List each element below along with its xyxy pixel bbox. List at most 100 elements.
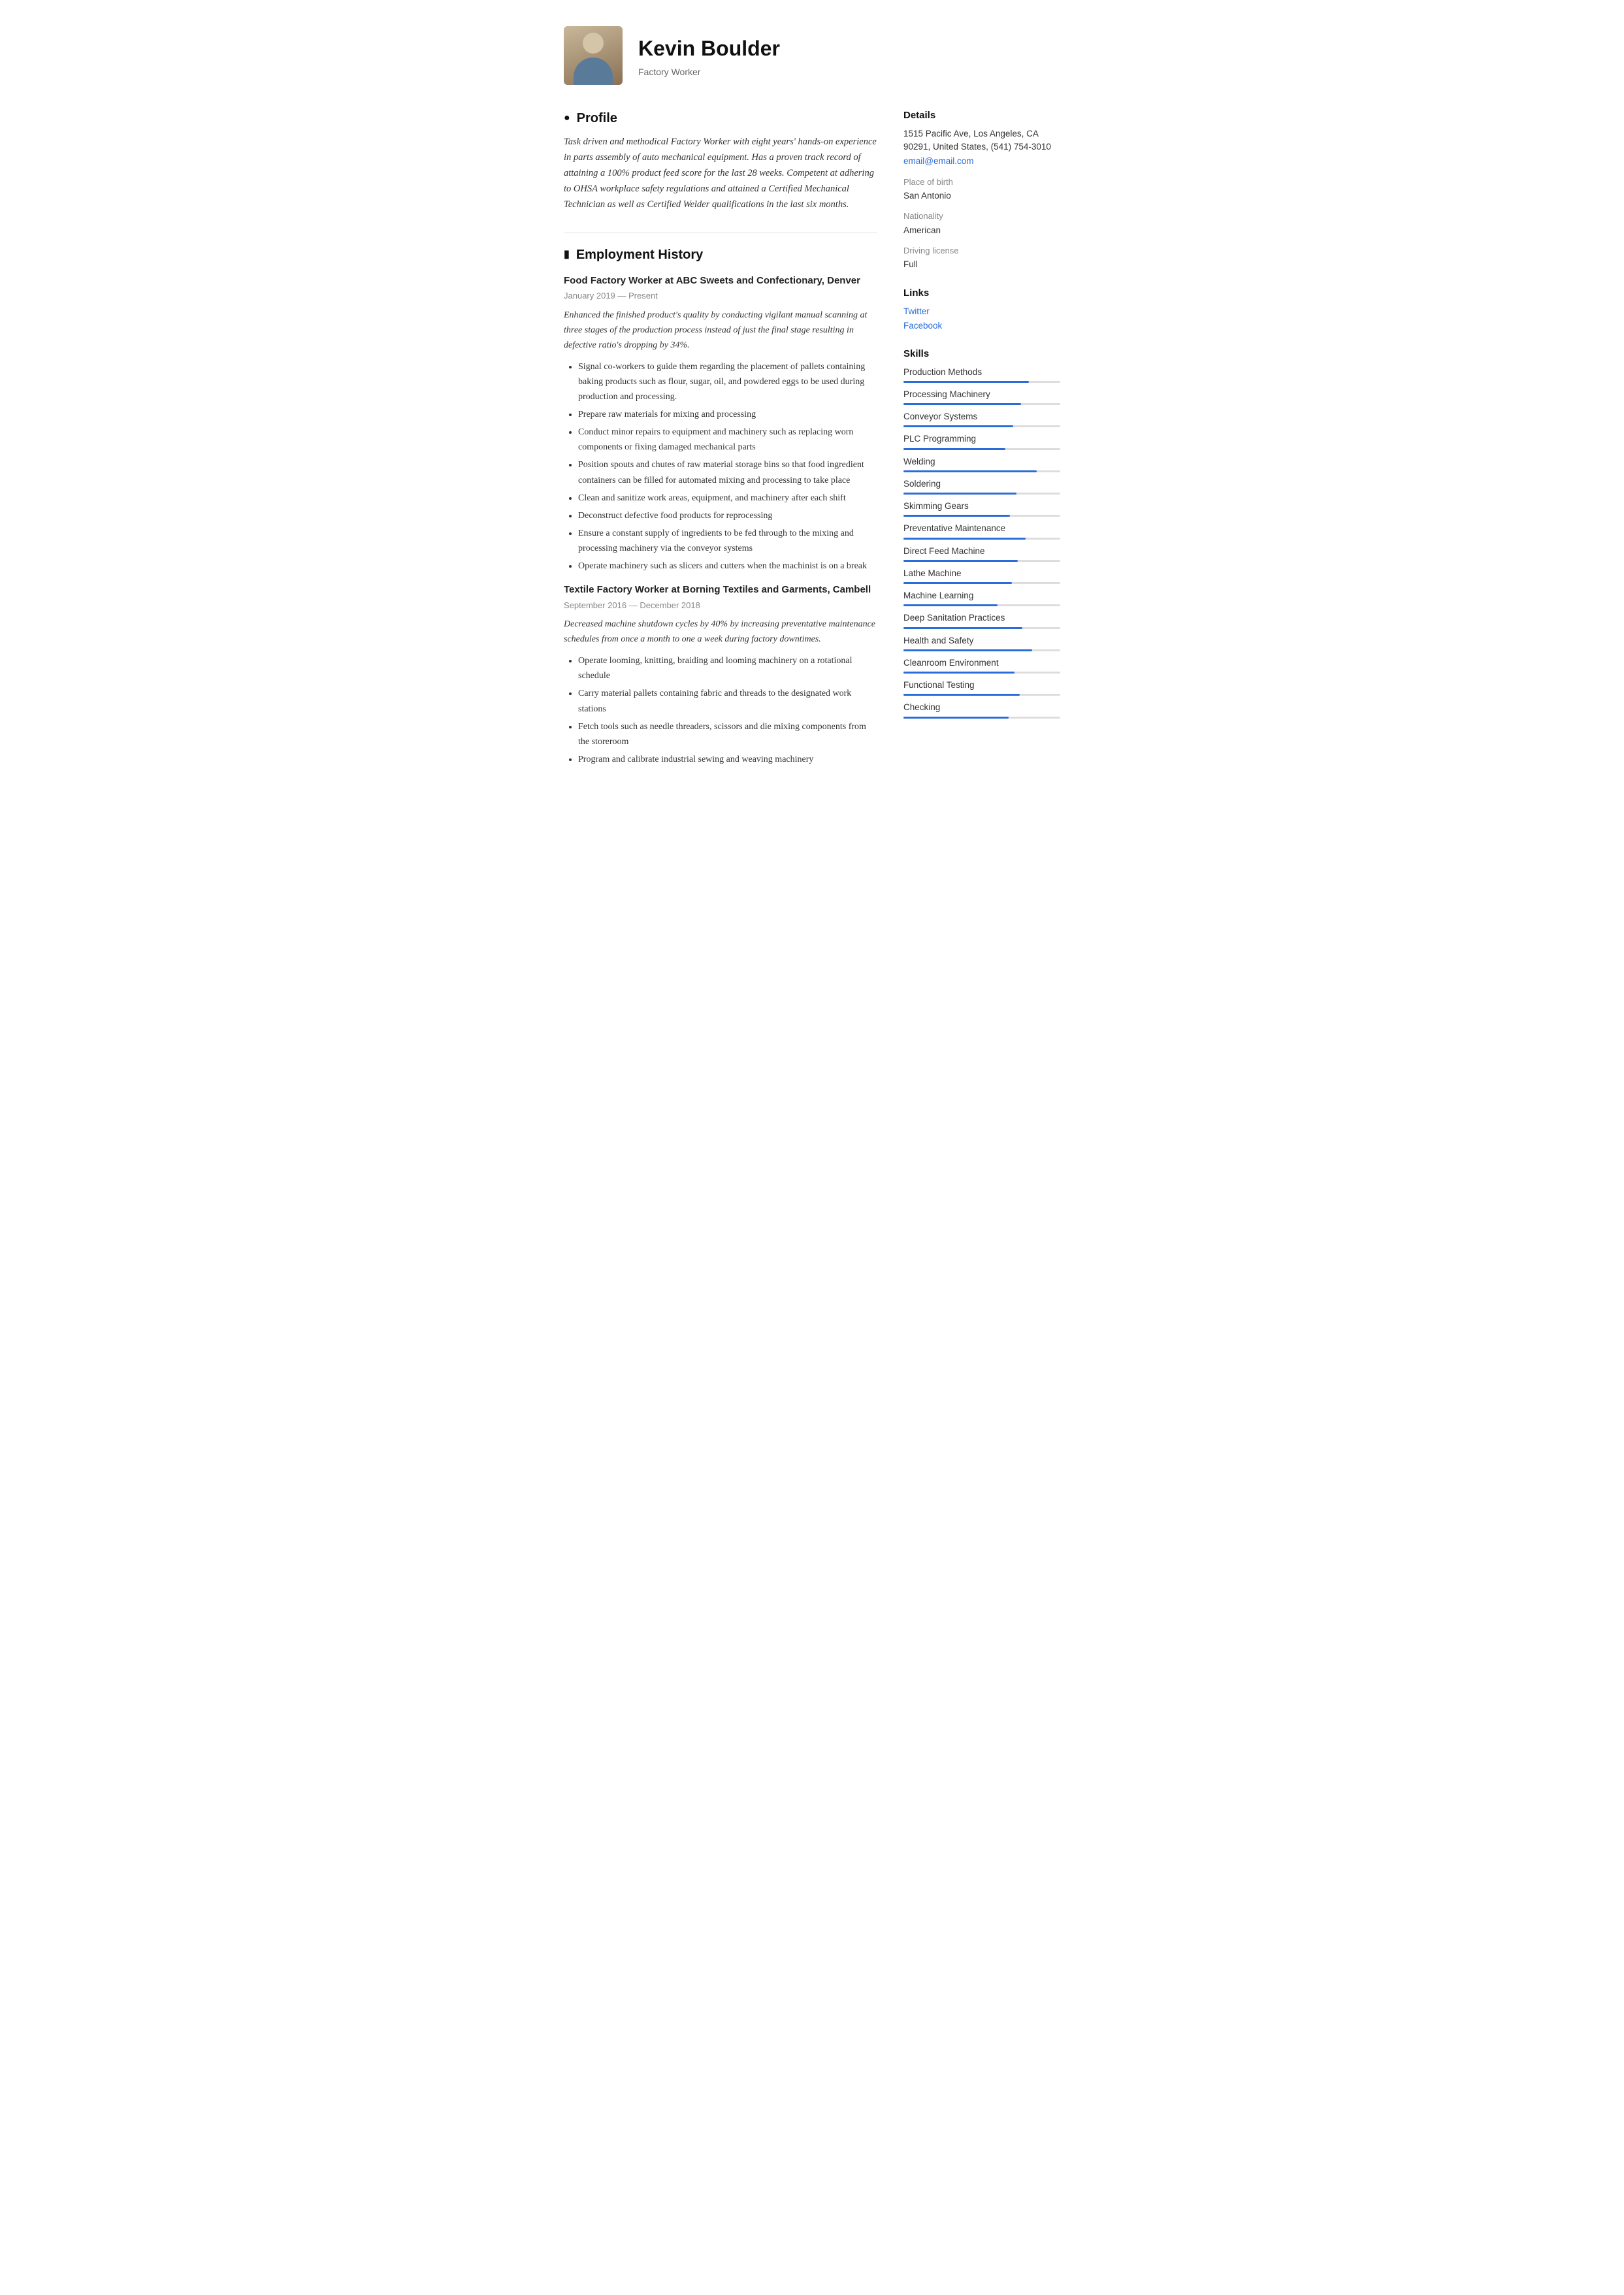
skill-item: Cleanroom Environment (903, 657, 1060, 674)
links-list: Twitter Facebook (903, 305, 1060, 333)
twitter-link[interactable]: Twitter (903, 305, 1060, 318)
skill-bar-fill (903, 582, 1012, 584)
skills-section: Skills Production Methods Processing Mac… (903, 347, 1060, 719)
right-column: Details 1515 Pacific Ave, Los Angeles, C… (903, 108, 1060, 787)
skill-item: Welding (903, 455, 1060, 472)
skill-bar-background (903, 717, 1060, 719)
list-item: Position spouts and chutes of raw materi… (578, 457, 877, 487)
skill-bar-background (903, 582, 1060, 584)
header: Kevin Boulder Factory Worker (564, 26, 1060, 85)
skill-bar-background (903, 538, 1060, 540)
skill-item: Processing Machinery (903, 388, 1060, 405)
skill-bar-background (903, 694, 1060, 696)
address-text: 1515 Pacific Ave, Los Angeles, CA 90291,… (903, 127, 1060, 155)
skill-bar-background (903, 627, 1060, 629)
job-1: Food Factory Worker at ABC Sweets and Co… (564, 274, 877, 574)
facebook-link[interactable]: Facebook (903, 319, 1060, 333)
employment-section-title: ▮ Employment History (564, 245, 877, 265)
nationality-value: American (903, 224, 1060, 238)
skill-bar-fill (903, 515, 1010, 517)
job-2-desc: Decreased machine shutdown cycles by 40%… (564, 617, 877, 647)
skill-bar-fill (903, 560, 1018, 562)
driving-license-value: Full (903, 258, 1060, 272)
skill-bar-fill (903, 425, 1013, 427)
list-item: Conduct minor repairs to equipment and m… (578, 425, 877, 455)
details-section: Details 1515 Pacific Ave, Los Angeles, C… (903, 108, 1060, 272)
resume-page: Kevin Boulder Factory Worker ● Profile T… (531, 0, 1093, 819)
links-title: Links (903, 286, 1060, 301)
skill-bar-fill (903, 538, 1026, 540)
list-item: Prepare raw materials for mixing and pro… (578, 407, 877, 422)
skill-name: Cleanroom Environment (903, 657, 1060, 670)
skill-bar-fill (903, 448, 1005, 450)
skill-bar-fill (903, 649, 1032, 651)
skill-bar-fill (903, 627, 1022, 629)
header-info: Kevin Boulder Factory Worker (638, 33, 780, 79)
skill-item: Direct Feed Machine (903, 545, 1060, 562)
skill-name: Skimming Gears (903, 500, 1060, 513)
skill-name: Deep Sanitation Practices (903, 611, 1060, 625)
profile-section: ● Profile Task driven and methodical Fac… (564, 108, 877, 213)
list-item: Operate looming, knitting, braiding and … (578, 653, 877, 683)
avatar (564, 26, 623, 85)
skill-item: Lathe Machine (903, 567, 1060, 584)
skill-bar-background (903, 515, 1060, 517)
skill-bar-fill (903, 694, 1020, 696)
job-1-bullets: Signal co-workers to guide them regardin… (564, 359, 877, 574)
skill-bar-background (903, 425, 1060, 427)
list-item: Clean and sanitize work areas, equipment… (578, 491, 877, 506)
job-1-desc: Enhanced the finished product's quality … (564, 308, 877, 353)
left-column: ● Profile Task driven and methodical Fac… (564, 108, 877, 787)
skill-name: Processing Machinery (903, 388, 1060, 401)
skill-name: Welding (903, 455, 1060, 468)
skill-bar-background (903, 448, 1060, 450)
skill-name: Machine Learning (903, 589, 1060, 602)
skill-bar-fill (903, 470, 1037, 472)
skill-name: Checking (903, 701, 1060, 714)
skill-name: Soldering (903, 478, 1060, 491)
main-layout: ● Profile Task driven and methodical Fac… (564, 108, 1060, 787)
skill-item: Deep Sanitation Practices (903, 611, 1060, 628)
skill-bar-fill (903, 672, 1015, 674)
skill-bar-fill (903, 493, 1016, 495)
skill-bar-background (903, 493, 1060, 495)
skill-bar-fill (903, 604, 998, 606)
skill-item: PLC Programming (903, 432, 1060, 449)
skill-item: Production Methods (903, 366, 1060, 383)
skills-title: Skills (903, 347, 1060, 362)
list-item: Signal co-workers to guide them regardin… (578, 359, 877, 404)
list-item: Program and calibrate industrial sewing … (578, 752, 877, 767)
skill-item: Preventative Maintenance (903, 522, 1060, 539)
skill-bar-fill (903, 403, 1021, 405)
profile-icon: ● (564, 110, 570, 126)
skill-bar-background (903, 403, 1060, 405)
skill-bar-background (903, 604, 1060, 606)
employment-icon: ▮ (564, 247, 570, 263)
skill-bar-background (903, 381, 1060, 383)
skill-item: Skimming Gears (903, 500, 1060, 517)
skill-name: Health and Safety (903, 634, 1060, 647)
place-of-birth-label: Place of birth (903, 176, 1060, 189)
list-item: Ensure a constant supply of ingredients … (578, 526, 877, 556)
skill-item: Conveyor Systems (903, 410, 1060, 427)
list-item: Operate machinery such as slicers and cu… (578, 559, 877, 574)
candidate-name: Kevin Boulder (638, 33, 780, 64)
job-2: Textile Factory Worker at Borning Textil… (564, 583, 877, 767)
skill-bar-fill (903, 717, 1009, 719)
list-item: Carry material pallets containing fabric… (578, 686, 877, 716)
profile-section-title: ● Profile (564, 108, 877, 128)
job-1-date: January 2019 — Present (564, 289, 877, 302)
job-1-title: Food Factory Worker at ABC Sweets and Co… (564, 274, 877, 289)
email-link[interactable]: email@email.com (903, 156, 973, 166)
avatar-image (564, 26, 623, 85)
job-2-date: September 2016 — December 2018 (564, 599, 877, 612)
list-item: Fetch tools such as needle threaders, sc… (578, 719, 877, 749)
skill-bar-background (903, 470, 1060, 472)
skill-name: PLC Programming (903, 432, 1060, 446)
skill-name: Production Methods (903, 366, 1060, 379)
driving-license-label: Driving license (903, 244, 1060, 257)
skill-item: Soldering (903, 478, 1060, 495)
skills-list: Production Methods Processing Machinery … (903, 366, 1060, 719)
links-section: Links Twitter Facebook (903, 286, 1060, 333)
skill-name: Preventative Maintenance (903, 522, 1060, 535)
